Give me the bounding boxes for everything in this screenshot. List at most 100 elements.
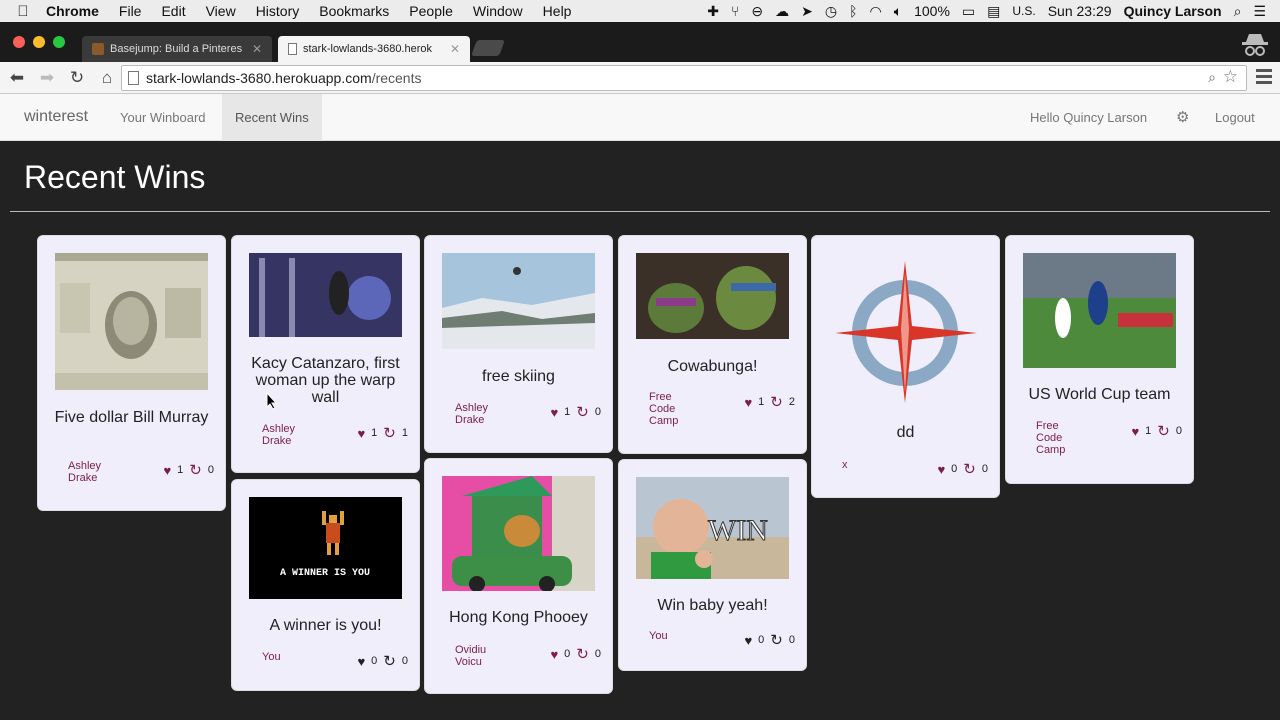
win-card: US World Cup team Free Code Camp ♥ 1 ↻ 0 — [1005, 235, 1194, 484]
nav-your-winboard[interactable]: Your Winboard — [107, 94, 219, 141]
heart-icon[interactable]: ♥ — [357, 654, 365, 669]
bookmark-star-icon[interactable]: ☆ — [1223, 67, 1238, 87]
win-card: dd x ♥ 0 ↻ 0 — [811, 235, 1000, 498]
minimize-window-button[interactable] — [33, 36, 45, 48]
rewin-icon[interactable]: ↻ — [770, 393, 783, 411]
card-image-dollar[interactable] — [55, 253, 208, 390]
rewin-count: 0 — [981, 463, 988, 475]
card-author[interactable]: You — [649, 630, 697, 642]
zoom-window-button[interactable] — [53, 36, 65, 48]
menu-bookmarks[interactable]: Bookmarks — [319, 3, 389, 19]
heart-icon[interactable]: ♥ — [744, 633, 752, 648]
battery-percent[interactable]: 100% — [914, 3, 950, 19]
nav-recent-wins[interactable]: Recent Wins — [222, 94, 322, 141]
card-author[interactable]: Free Code Camp — [1036, 420, 1084, 456]
apple-icon[interactable]:  — [0, 3, 46, 20]
card-author[interactable]: You — [262, 651, 310, 663]
heart-icon[interactable]: ♥ — [550, 405, 558, 420]
reload-icon[interactable]: ↻ — [64, 68, 90, 88]
heart-icon[interactable]: ♥ — [163, 463, 171, 478]
card-author[interactable]: x — [842, 459, 890, 471]
back-arrow-icon[interactable]: ⬅ — [4, 68, 30, 88]
menu-help[interactable]: Help — [543, 3, 572, 19]
spotlight-icon[interactable]: ⌕ — [1234, 3, 1242, 20]
fork-icon[interactable]: ⑂ — [731, 3, 739, 19]
rewin-icon[interactable]: ↻ — [1157, 422, 1170, 440]
arrows-icon[interactable]: ➤ — [801, 3, 813, 20]
card-caption: Cowabunga! — [667, 358, 758, 375]
close-tab-icon[interactable]: ✕ — [252, 42, 262, 56]
nav-logout[interactable]: Logout — [1202, 94, 1268, 141]
card-image-skiing[interactable] — [442, 253, 595, 349]
card-stats: ♥ 1 ↻ 0 — [1131, 422, 1182, 440]
menu-history[interactable]: History — [256, 3, 300, 19]
card-image-hong-kong-phooey[interactable] — [442, 476, 595, 591]
card-stats: ♥ 1 ↻ 0 — [163, 461, 214, 479]
rewin-icon[interactable]: ↻ — [963, 460, 976, 478]
volume-icon[interactable]: 🔈︎ — [894, 3, 902, 20]
plus-cross-icon[interactable]: ✚ — [707, 3, 719, 20]
rewin-icon[interactable]: ↻ — [770, 631, 783, 649]
tab-strip: Basejump: Build a Pinteres ✕ stark-lowla… — [0, 22, 1280, 62]
rewin-count: 0 — [594, 648, 601, 660]
heart-icon[interactable]: ♥ — [744, 395, 752, 410]
tab-stark-lowlands[interactable]: stark-lowlands-3680.herok ✕ — [278, 36, 470, 62]
nav-hello-user[interactable]: Hello Quincy Larson — [1017, 94, 1160, 141]
forward-arrow-icon[interactable]: ➡ — [34, 68, 60, 88]
card-stats: ♥ 0 ↻ 0 — [744, 631, 795, 649]
card-author[interactable]: Ovidiu Voicu — [455, 644, 503, 668]
card-image-turtles[interactable] — [636, 253, 789, 339]
menu-people[interactable]: People — [409, 3, 453, 19]
win-card: free skiing Ashley Drake ♥ 1 ↻ 0 — [424, 235, 613, 453]
cloud-icon[interactable]: ☁ — [775, 3, 789, 20]
menu-file[interactable]: File — [119, 3, 142, 19]
rewin-icon[interactable]: ↻ — [189, 461, 202, 479]
address-bar[interactable]: stark-lowlands-3680.herokuapp.com/recent… — [121, 65, 1247, 91]
notification-list-icon[interactable]: ☰ — [1253, 3, 1266, 20]
close-window-button[interactable] — [13, 36, 25, 48]
card-caption: A winner is you! — [269, 617, 382, 634]
card-author[interactable]: Ashley Drake — [68, 460, 116, 484]
favicon-icon — [92, 43, 104, 55]
rewin-icon[interactable]: ↻ — [576, 645, 589, 663]
tab-basejump[interactable]: Basejump: Build a Pinteres ✕ — [82, 36, 272, 62]
new-tab-button[interactable] — [471, 40, 505, 56]
menu-edit[interactable]: Edit — [161, 3, 185, 19]
rewin-icon[interactable]: ↻ — [383, 652, 396, 670]
card-image-soccer[interactable] — [1023, 253, 1176, 368]
menu-window[interactable]: Window — [473, 3, 523, 19]
heart-icon[interactable]: ♥ — [550, 647, 558, 662]
card-author[interactable]: Free Code Camp — [649, 391, 697, 427]
zoom-icon[interactable]: ⌕ — [1208, 69, 1216, 86]
card-author[interactable]: Ashley Drake — [262, 423, 310, 447]
close-tab-icon[interactable]: ✕ — [450, 42, 460, 56]
heart-icon[interactable]: ♥ — [937, 462, 945, 477]
heart-icon[interactable]: ♥ — [1131, 424, 1139, 439]
chrome-menu-icon[interactable] — [1256, 69, 1272, 87]
bluetooth-icon[interactable]: ᛒ — [849, 3, 857, 19]
clock[interactable]: Sun 23:29 — [1048, 3, 1112, 19]
time-machine-icon[interactable]: ◷ — [825, 3, 837, 20]
user-name[interactable]: Quincy Larson — [1124, 3, 1222, 19]
input-language[interactable]: U.S. — [1012, 4, 1035, 18]
tab-title: Basejump: Build a Pinteres — [110, 43, 243, 55]
card-image-warp-wall[interactable] — [249, 253, 402, 337]
card-author[interactable]: Ashley Drake — [455, 402, 503, 426]
url-path: /recents — [371, 70, 422, 86]
rewin-icon[interactable]: ↻ — [576, 403, 589, 421]
rewin-count: 0 — [207, 464, 214, 476]
card-image-compass-logo[interactable] — [829, 253, 982, 408]
heart-icon[interactable]: ♥ — [357, 426, 365, 441]
card-image-success-kid[interactable]: WIN — [636, 477, 789, 579]
settings-gear-icon[interactable]: ⚙ — [1163, 94, 1202, 141]
rewin-icon[interactable]: ↻ — [383, 424, 396, 442]
card-image-winner-screen[interactable]: A WINNER IS YOU — [249, 497, 402, 599]
wifi-icon[interactable]: ◠ — [869, 3, 881, 20]
block-icon[interactable]: ⊖ — [751, 3, 763, 20]
home-icon[interactable]: ⌂ — [94, 68, 120, 88]
rewin-count: 2 — [788, 396, 795, 408]
menu-app-name[interactable]: Chrome — [46, 3, 99, 19]
brand-link[interactable]: winterest — [24, 108, 88, 126]
card-caption: Five dollar Bill Murray — [54, 409, 209, 426]
menu-view[interactable]: View — [206, 3, 236, 19]
